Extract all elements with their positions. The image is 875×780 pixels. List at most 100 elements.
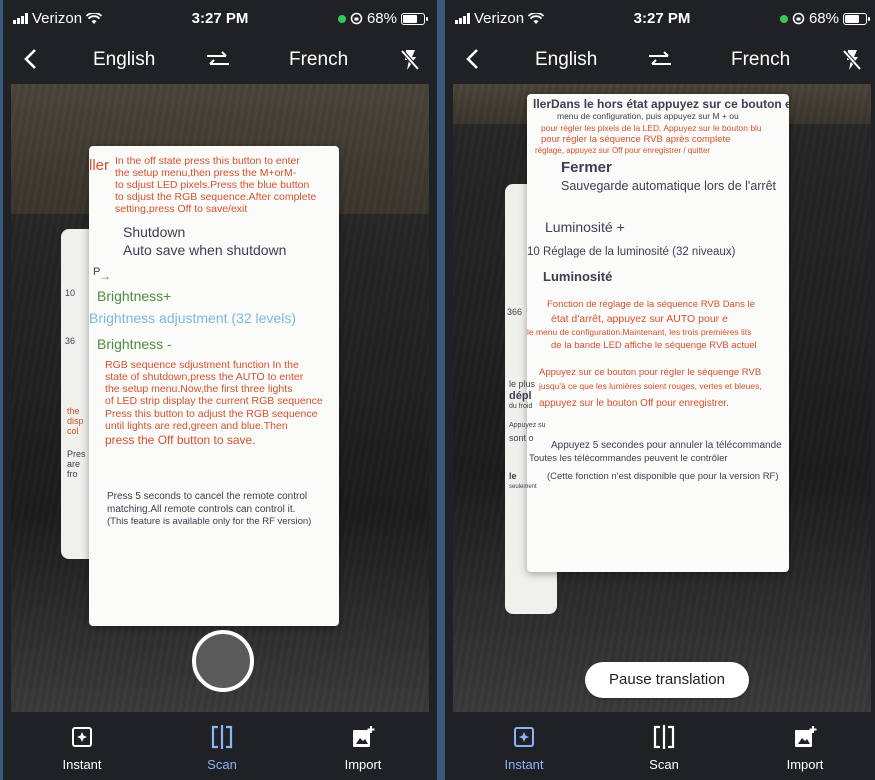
doc-line: the setup menu,then press the M+orM- <box>115 167 297 179</box>
doc-line: the setup menu.Now,the first three light… <box>105 383 293 395</box>
nav-scan-label: Scan <box>207 757 237 772</box>
doc-line: (Cette fonction n'est disponible que pou… <box>547 471 779 482</box>
chevron-left-icon <box>24 49 36 69</box>
doc-fragment: 10 <box>65 288 76 298</box>
source-language-button[interactable]: English <box>93 49 155 71</box>
doc-line: Luminosité + <box>545 219 625 235</box>
phone-screen-left: Verizon 3:27 PM 68% English French ller <box>3 0 437 780</box>
doc-line: llerDans le hors état appuyez sur ce bou… <box>533 97 789 111</box>
doc-line: Auto save when shutdown <box>123 242 287 258</box>
scanned-document: ller In the off state press this button … <box>89 146 339 626</box>
swap-arrows-icon <box>207 51 229 65</box>
doc-line: Brightness adjustment (32 levels) <box>89 310 296 326</box>
scanned-document: llerDans le hors état appuyez sur ce bou… <box>527 94 789 572</box>
flash-toggle[interactable] <box>397 46 423 74</box>
swap-languages-button[interactable] <box>203 47 233 73</box>
doc-line: Press this button to adjust the RGB sequ… <box>105 408 318 420</box>
nav-instant[interactable]: Instant <box>469 722 579 772</box>
doc-fragment: seulement <box>509 484 537 490</box>
translate-toolbar: English French <box>445 36 875 84</box>
target-language-button[interactable]: French <box>289 49 348 71</box>
battery-percent: 68% <box>808 10 839 27</box>
doc-line: pour régler la séquence RVB après comple… <box>541 134 731 145</box>
back-button[interactable] <box>15 44 45 74</box>
doc-line: Press 5 seconds to cancel the remote con… <box>107 491 308 502</box>
shutter-button[interactable] <box>192 630 254 692</box>
doc-fragment: fro <box>67 469 78 479</box>
nav-import[interactable]: Import <box>308 722 418 772</box>
flash-off-icon <box>400 49 420 71</box>
nav-instant-label: Instant <box>504 757 544 772</box>
doc-line: to sdjust the RGB sequence.After complet… <box>115 191 317 203</box>
doc-line: le menu de configuration.Maintenant, les… <box>527 327 752 337</box>
pause-translation-button[interactable]: Pause translation <box>585 662 749 698</box>
source-language-button[interactable]: English <box>535 49 597 71</box>
nav-scan-label: Scan <box>649 757 679 772</box>
status-right: 68% <box>337 10 428 27</box>
nav-instant[interactable]: Instant <box>27 722 137 772</box>
mic-in-use-dot <box>337 14 346 23</box>
doc-fragment: dépl <box>509 390 532 402</box>
import-image-icon <box>353 726 375 747</box>
doc-fragment: le plus <box>509 379 536 389</box>
doc-line: appuyez sur le bouton Off pour enregistr… <box>539 398 729 409</box>
back-button[interactable] <box>457 44 487 74</box>
rotation-lock-icon <box>350 12 363 25</box>
battery-fill <box>845 14 859 23</box>
scan-icon <box>211 725 233 749</box>
bottom-nav: Instant Scan Import <box>3 712 437 780</box>
doc-line: state of shutdown,press the AUTO to ente… <box>105 371 304 383</box>
swap-arrows-icon <box>649 51 671 65</box>
doc-line: Shutdown <box>123 224 186 240</box>
doc-fragment: Appuyez su <box>509 422 546 429</box>
doc-line: 10 Réglage de la luminosité (32 niveaux) <box>527 246 736 258</box>
import-image-icon <box>795 726 817 747</box>
nav-scan[interactable]: Scan <box>609 722 719 772</box>
doc-line: Luminosité <box>543 269 613 284</box>
translate-toolbar: English French <box>3 36 437 84</box>
camera-viewfinder[interactable]: llerDans le hors état appuyez sur ce bou… <box>453 84 871 712</box>
doc-fragment: du froid <box>509 403 533 410</box>
doc-line: Brightness+ <box>97 288 172 304</box>
doc-line: of LED strip display the current RGB seq… <box>105 395 323 407</box>
phone-screen-right: Verizon 3:27 PM 68% English French llerD… <box>445 0 875 780</box>
doc-line: Toutes les télécommandes peuvent le cont… <box>529 453 728 464</box>
bottom-nav: Instant Scan Import <box>445 712 875 780</box>
nav-import-label: Import <box>344 757 382 772</box>
chevron-left-icon <box>466 49 478 69</box>
doc-line: jusqu'à ce que les lumières soient rouge… <box>539 381 762 391</box>
doc-line: to sdjust LED pixels.Press the blue butt… <box>115 179 310 191</box>
status-bar: Verizon 3:27 PM 68% <box>445 0 875 36</box>
doc-line: réglage, appuyez sur Off pour enregistre… <box>535 146 711 155</box>
doc-line: RGB sequence sdjustment function In the <box>105 359 299 371</box>
doc-line: de la bande LED affiche le séquenge RVB … <box>551 340 757 351</box>
rotation-lock-icon <box>792 12 805 25</box>
nav-import[interactable]: Import <box>750 722 860 772</box>
doc-line: Appuyez sur ce bouton pour régler le séq… <box>539 367 762 378</box>
scan-icon <box>653 725 675 749</box>
doc-fragment: 36 <box>65 336 76 346</box>
doc-line: menu de configuration, puis appuyez sur … <box>557 111 739 121</box>
doc-line: In the off state press this button to en… <box>115 155 300 167</box>
doc-line: Appuyez 5 secondes pour annuler la téléc… <box>551 440 782 451</box>
camera-viewfinder[interactable]: ller In the off state press this button … <box>11 84 429 712</box>
flash-toggle[interactable] <box>839 46 865 74</box>
doc-fragment: col <box>67 426 79 436</box>
flash-off-icon <box>842 49 862 71</box>
swap-languages-button[interactable] <box>645 47 675 73</box>
battery-icon <box>843 12 870 25</box>
doc-line: Brightness - <box>97 336 172 352</box>
battery-fill <box>403 14 417 23</box>
doc-fragment: le <box>509 471 517 481</box>
doc-line: Fonction de réglage de la séquence RVB D… <box>547 299 755 310</box>
target-language-button[interactable]: French <box>731 49 790 71</box>
battery-icon <box>401 12 428 25</box>
doc-line: press the Off button to save. <box>105 433 256 447</box>
nav-instant-label: Instant <box>62 757 102 772</box>
nav-scan[interactable]: Scan <box>167 722 277 772</box>
doc-line: pour régler les pixels de la LED. Appuye… <box>541 123 762 133</box>
doc-fragment: 366 <box>507 307 523 317</box>
instant-icon <box>72 727 92 747</box>
doc-line: setting,press Off to save/exit <box>115 203 248 215</box>
doc-line: Sauvegarde automatique lors de l'arrêt <box>561 179 777 193</box>
